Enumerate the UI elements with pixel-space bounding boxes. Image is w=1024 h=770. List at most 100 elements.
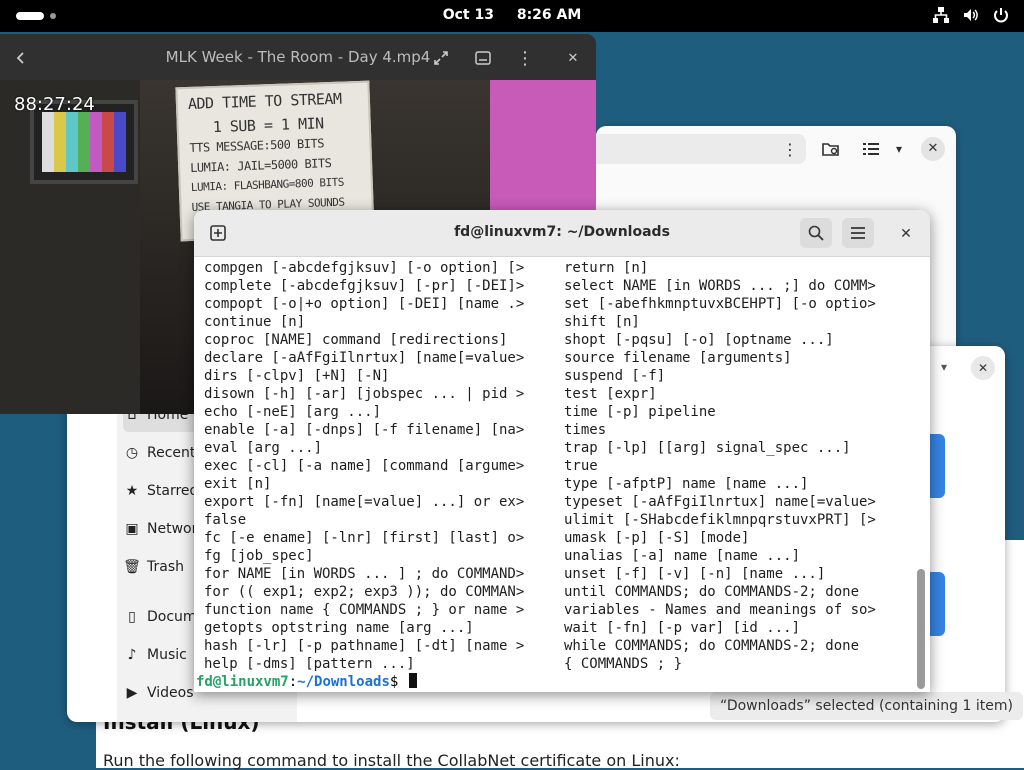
terminal-line: hash [-lr] [-p pathname] [-dt] [name > wh…	[204, 637, 876, 655]
help-entry-left: fg [job_spec]	[204, 548, 314, 564]
terminal-output[interactable]: compgen [-abcdefgjksuv] [-o option] [> re…	[194, 257, 930, 692]
fullscreen-icon[interactable]	[426, 43, 456, 73]
terminal-line: exit [n] type [-afptP] name [name ...]	[204, 475, 876, 493]
whiteboard-line: ADD TIME TO STREAM	[187, 89, 342, 113]
help-entry-right: wait [-fn] [-p var] [id ...]	[564, 620, 801, 636]
chevron-down-icon[interactable]: ▾	[888, 138, 910, 160]
terminal-line: function name { COMMANDS ; } or name > va…	[204, 601, 876, 619]
stream-timer: 88:27:24	[14, 94, 95, 115]
prompt-path: ~/Downloads	[297, 674, 390, 690]
help-entry-left: echo [-neE] [arg ...]	[204, 404, 382, 420]
terminal-line: complete [-abcdefgjksuv] [-pr] [-DEI]> se…	[204, 277, 876, 295]
scrollbar[interactable]	[917, 569, 925, 689]
help-entry-right: shift [n]	[564, 314, 640, 330]
network-icon: ▣	[125, 521, 139, 537]
close-icon[interactable]: ✕	[921, 137, 945, 161]
volume-icon	[964, 9, 978, 21]
help-entry-left: hash [-lr] [-p pathname] [-dt] [name >	[204, 638, 525, 654]
help-entry-right: { COMMANDS ; }	[564, 656, 683, 672]
whiteboard-line: LUMIA: JAIL=5000 BITS	[189, 156, 332, 175]
help-entry-left: export [-fn] [name[=value] ...] or ex>	[204, 494, 525, 510]
system-tray[interactable]	[932, 6, 1010, 24]
prompt-symbol: $	[389, 674, 407, 690]
help-entry-right: type [-afptP] name [name ...]	[564, 476, 809, 492]
help-entry-right: suspend [-f]	[564, 368, 666, 384]
more-options-icon[interactable]: ⋮	[779, 138, 801, 160]
terminal-line: exec [-cl] [-a name] [command [argume> tr…	[204, 457, 876, 475]
help-entry-left: declare [-aAfFgiIlnrtux] [name[=value>	[204, 350, 525, 366]
terminal-line: coproc [NAME] command [redirections] shop…	[204, 331, 876, 349]
terminal-line: export [-fn] [name[=value] ...] or ex> ty…	[204, 493, 876, 511]
help-entry-right: set [-abefhkmnptuvxBCEHPT] [-o optio>	[564, 296, 876, 312]
help-entry-right: while COMMANDS; do COMMANDS-2; done	[564, 638, 860, 654]
help-entry-left: exit [n]	[204, 476, 272, 492]
install-instructions: Run the following command to install the…	[103, 751, 680, 770]
help-entry-left: getopts optstring name [arg ...]	[204, 620, 474, 636]
close-icon[interactable]: ✕	[558, 43, 588, 73]
time: 8:26 AM	[516, 7, 582, 23]
help-entry-right: typeset [-aAfFgiIlnrtux] name[=value>	[564, 494, 876, 510]
sidebar-item-label: Music	[147, 647, 187, 663]
terminal-line: echo [-neE] [arg ...] time [-p] pipeline	[204, 403, 876, 421]
terminal-line: help [-dms] [pattern ...] { COMMANDS ; }	[204, 655, 876, 673]
search-folder-icon[interactable]	[820, 138, 842, 160]
video-header: MLK Week - The Room - Day 4.mp4 ⋮ ✕	[0, 34, 596, 80]
top-bar: Oct 13 8:26 AM	[0, 0, 1024, 32]
help-entry-right: unalias [-a] name [name ...]	[564, 548, 801, 564]
chevron-down-icon[interactable]: ▾	[941, 360, 947, 374]
terminal-line: continue [n] shift [n]	[204, 313, 876, 331]
clock-icon: ◷	[125, 445, 139, 461]
help-entry-left: help [-dms] [pattern ...]	[204, 656, 415, 672]
help-entry-right: return [n]	[564, 260, 649, 276]
terminal-line: getopts optstring name [arg ...] wait [-f…	[204, 619, 876, 637]
search-icon[interactable]	[800, 218, 832, 248]
terminal-window[interactable]: fd@linuxvm7: ~/Downloads ✕ compgen [-abc…	[194, 210, 930, 692]
terminal-line: compopt [-o|+o option] [-DEI] [name .> se…	[204, 295, 876, 313]
help-entry-right: until COMMANDS; do COMMANDS-2; done	[564, 584, 860, 600]
help-entry-right: true	[564, 458, 598, 474]
help-entry-left: dirs [-clpv] [+N] [-N]	[204, 368, 390, 384]
help-entry-left: continue [n]	[204, 314, 306, 330]
help-entry-left: false	[204, 512, 247, 528]
terminal-line: fc [-e ename] [-lnr] [first] [last] o> um…	[204, 529, 876, 547]
help-entry-right: variables - Names and meanings of so>	[564, 602, 876, 618]
help-entry-left: complete [-abcdefgjksuv] [-pr] [-DEI]>	[204, 278, 525, 294]
terminal-line: dirs [-clpv] [+N] [-N] suspend [-f]	[204, 367, 876, 385]
text-cursor	[408, 673, 417, 688]
terminal-line: eval [arg ...] trap [-lp] [[arg] signal_s…	[204, 439, 876, 457]
video-title: MLK Week - The Room - Day 4.mp4	[165, 48, 431, 66]
subtitle-icon[interactable]	[468, 43, 498, 73]
hamburger-menu-icon[interactable]	[842, 218, 874, 248]
close-icon[interactable]: ✕	[971, 356, 995, 380]
close-icon[interactable]: ✕	[894, 222, 918, 246]
folder-icon[interactable]	[929, 434, 945, 498]
help-entry-left: for (( exp1; exp2; exp3 )); do COMMAN>	[204, 584, 525, 600]
terminal-line: declare [-aAfFgiIlnrtux] [name[=value> so…	[204, 349, 876, 367]
prompt-separator: :	[288, 674, 298, 690]
help-entry-right: time [-p] pipeline	[564, 404, 716, 420]
help-entry-left: function name { COMMANDS ; } or name >	[204, 602, 525, 618]
whiteboard-line: LUMIA: FLASHBANG=800 BITS	[190, 175, 345, 194]
trash-icon: 🗑	[123, 559, 141, 575]
whiteboard-line: TTS MESSAGE:500 BITS	[189, 136, 325, 155]
menu-icon[interactable]: ⋮	[510, 43, 540, 73]
list-view-icon[interactable]	[860, 138, 882, 160]
help-entry-right: shopt [-pqsu] [-o] [optname ...]	[564, 332, 834, 348]
video-icon: ▶	[126, 685, 138, 701]
help-entry-right: times	[564, 422, 607, 438]
status-bar: “Downloads” selected (containing 1 item)	[710, 692, 1023, 720]
sidebar-item-label: Trash	[147, 559, 184, 575]
help-entry-right: trap [-lp] [[arg] signal_spec ...]	[564, 440, 851, 456]
terminal-line: for NAME [in WORDS ... ] ; do COMMAND> un…	[204, 565, 876, 583]
terminal-line: compgen [-abcdefgjksuv] [-o option] [> re…	[204, 259, 876, 277]
terminal-prompt[interactable]: fd@linuxvm7:~/Downloads$	[196, 673, 417, 691]
path-bar[interactable]	[596, 134, 806, 164]
terminal-line: enable [-a] [-dnps] [-f filename] [na> ti…	[204, 421, 876, 439]
folder-icon[interactable]	[929, 572, 945, 636]
network-icon	[933, 7, 949, 23]
help-entry-right: umask [-p] [-S] [mode]	[564, 530, 750, 546]
help-entry-left: fc [-e ename] [-lnr] [first] [last] o>	[204, 530, 525, 546]
help-entry-left: disown [-h] [-ar] [jobspec ... | pid >	[204, 386, 525, 402]
clock[interactable]: Oct 13 8:26 AM	[0, 7, 1024, 23]
power-icon	[994, 8, 1008, 23]
